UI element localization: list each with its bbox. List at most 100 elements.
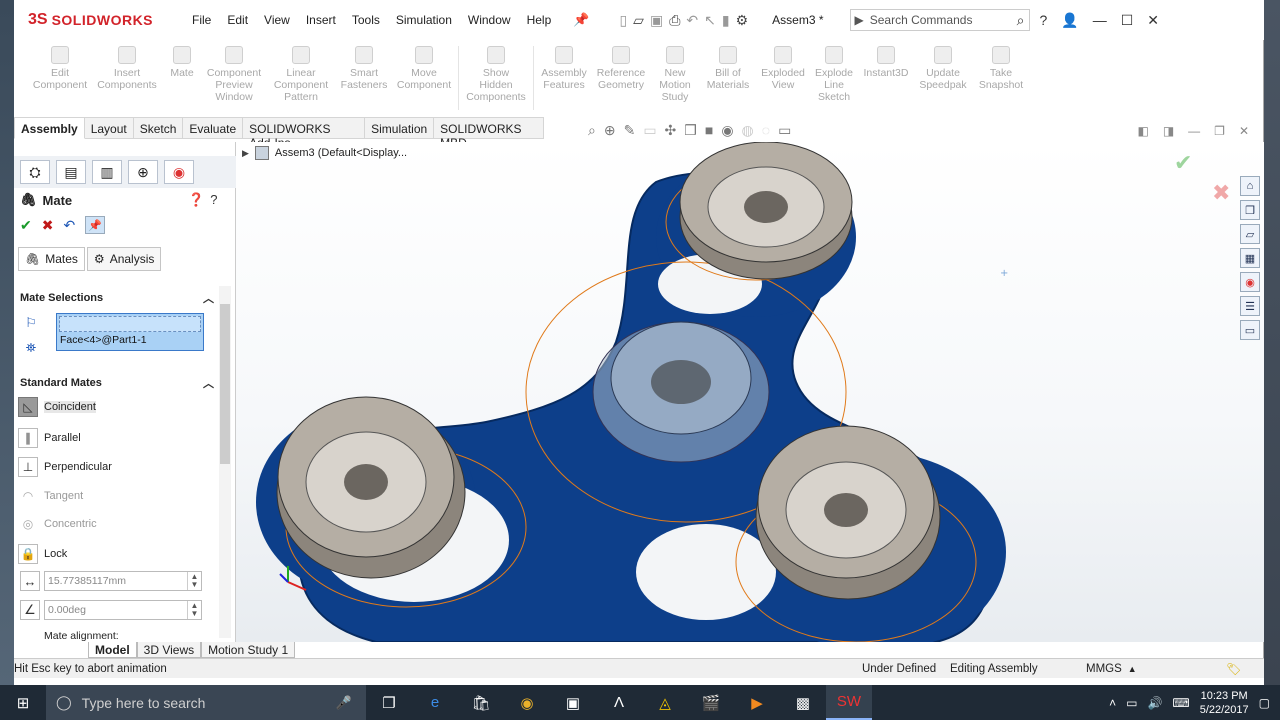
angle-input[interactable]: 0.00deg ▲ ▼ (44, 600, 202, 620)
bearing-left[interactable] (276, 396, 466, 579)
network-app-icon[interactable]: ▣ (550, 685, 596, 720)
doc-tile2-icon[interactable]: ◨ (1163, 124, 1174, 138)
keyboard-icon[interactable]: ⌨ (1172, 696, 1189, 710)
edit-appearance-icon[interactable]: ◍ (742, 122, 754, 139)
fidget-spinner-model[interactable]: ✔ ✖ + (236, 142, 1264, 642)
tag-icon[interactable]: 🏷 (1226, 662, 1241, 676)
tab-mbd[interactable]: SOLIDWORKS MBD (434, 117, 544, 150)
minimize-icon[interactable]: — (1093, 12, 1107, 28)
menu-help[interactable]: Help (519, 13, 560, 27)
select-icon[interactable]: ↖ (704, 12, 716, 29)
selection-item[interactable]: Face<4>@Part1-1 (57, 334, 203, 346)
search-icon[interactable]: ⌕ (1017, 12, 1025, 29)
save-icon[interactable]: ▣ (650, 12, 663, 29)
print-icon[interactable]: ⎙ (669, 12, 680, 29)
open-icon[interactable]: ▱ (633, 12, 644, 29)
cmd-bill-of-materials[interactable]: Bill of Materials (700, 42, 756, 91)
autodesk-icon[interactable]: Λ (596, 685, 642, 720)
cmd-assembly-features[interactable]: Assembly Features (536, 42, 592, 91)
hide-show-icon[interactable]: ◉ (721, 122, 733, 139)
cmd-smart-fasteners[interactable]: Smart Fasteners (336, 42, 392, 91)
home-icon[interactable]: ⌂ (1240, 176, 1260, 196)
taskbar-search[interactable]: ◯ Type here to search 🎤 (46, 685, 366, 720)
cmd-edit-component[interactable]: Edit Component (28, 42, 92, 91)
pm-scrollbar[interactable] (219, 286, 231, 638)
cmd-mate[interactable]: Mate (162, 42, 202, 79)
mate-coincident[interactable]: ◺ Coincident (18, 395, 214, 419)
display-manager-icon[interactable]: ◉ (164, 160, 194, 184)
cmd-new-motion-study[interactable]: New Motion Study (650, 42, 700, 103)
volume-icon[interactable]: 🔊 (1147, 696, 1162, 710)
user-icon[interactable]: 👤 (1061, 12, 1078, 29)
menu-tools[interactable]: Tools (344, 13, 388, 27)
configuration-manager-icon[interactable]: ▥ (92, 160, 122, 184)
search-commands-box[interactable]: ▶ Search Commands ⌕ (849, 9, 1030, 31)
rebuild-icon[interactable]: ▮ (722, 12, 730, 29)
cmd-show-hidden[interactable]: Show Hidden Components (461, 42, 531, 103)
dimxpert-icon[interactable]: ⊕ (128, 160, 158, 184)
mate-tangent[interactable]: ◠ Tangent (18, 484, 214, 508)
confirm-cancel-icon[interactable]: ✖ (1212, 181, 1230, 206)
mate-parallel[interactable]: ∥ Parallel (18, 426, 214, 450)
tab-assembly[interactable]: Assembly (14, 117, 85, 139)
multiple-mate-icon[interactable]: ⛯ (20, 337, 42, 359)
chrome-icon[interactable]: ◉ (504, 685, 550, 720)
mate-entities-icon[interactable]: ⚐ (20, 312, 42, 334)
microphone-icon[interactable]: 🎤 (336, 695, 352, 711)
collapse-chevron-icon[interactable]: ︿ (203, 290, 214, 306)
standard-mates-header[interactable]: Standard Mates ︿ (18, 373, 214, 393)
doc-restore-icon[interactable]: ❐ (1214, 124, 1225, 138)
distance-icon[interactable]: ↔ (20, 571, 40, 591)
doc-close-icon[interactable]: ✕ (1239, 124, 1249, 138)
cmd-take-snapshot[interactable]: Take Snapshot (972, 42, 1030, 91)
task-view-icon[interactable]: ❐ (366, 685, 412, 720)
pin-menu-icon[interactable]: 📌 (573, 12, 589, 28)
notification-icon[interactable]: ▢ (1259, 696, 1270, 710)
collapse-chevron-icon[interactable]: ︿ (203, 375, 214, 391)
doc-tile-icon[interactable]: ◧ (1137, 124, 1148, 138)
pm-scroll-thumb[interactable] (220, 304, 230, 464)
cmd-instant3d[interactable]: Instant3D (858, 42, 914, 79)
distance-input[interactable]: 15.77385117mm ▲ ▼ (44, 571, 202, 591)
zoom-to-fit-icon[interactable]: ⌕ (588, 122, 596, 139)
custom-properties-icon[interactable]: ☰ (1240, 296, 1260, 316)
help-circle-icon[interactable]: ? (210, 192, 217, 208)
angle-spinner[interactable]: ▲ ▼ (187, 601, 201, 619)
apply-scene-icon[interactable]: ◌ (762, 122, 770, 139)
cmd-reference-geometry[interactable]: Reference Geometry (592, 42, 650, 91)
network-icon[interactable]: ▭ (1126, 696, 1137, 710)
confirm-ok-icon[interactable]: ✔ (1174, 151, 1192, 176)
menu-view[interactable]: View (256, 13, 298, 27)
new-document-icon[interactable]: ▯ (619, 12, 627, 29)
dynamic-annotation-icon[interactable]: ✣ (665, 122, 677, 139)
tab-model[interactable]: Model (88, 642, 137, 658)
cmd-update-speedpak[interactable]: Update Speedpak (914, 42, 972, 91)
menu-simulation[interactable]: Simulation (388, 13, 460, 27)
view-settings-icon[interactable]: ▭ (778, 122, 791, 139)
appearances-icon[interactable]: ◉ (1240, 272, 1260, 292)
bearing-center[interactable] (592, 321, 770, 463)
mate-concentric[interactable]: ◎ Concentric (18, 512, 214, 536)
zoom-area-icon[interactable]: ⊕ (604, 122, 616, 139)
tab-analysis[interactable]: ⚙ Analysis (86, 247, 162, 271)
store-icon[interactable]: 🛍 (458, 685, 504, 720)
tab-mates[interactable]: 🖇 Mates (18, 247, 85, 271)
tab-evaluate[interactable]: Evaluate (183, 117, 244, 139)
bearing-top[interactable] (679, 142, 853, 280)
display-style-icon[interactable]: ■ (705, 122, 713, 139)
forum-icon[interactable]: ▭ (1240, 320, 1260, 340)
view-palette-icon[interactable]: ▦ (1240, 248, 1260, 268)
selection-empty-slot[interactable] (59, 316, 201, 332)
tab-simulation[interactable]: Simulation (365, 117, 435, 139)
angle-icon[interactable]: ∠ (20, 600, 40, 620)
cmd-move-component[interactable]: Move Component (392, 42, 456, 91)
taskbar-search-input[interactable]: Type here to search (82, 695, 206, 711)
previous-view-icon[interactable]: ✎ (624, 122, 636, 139)
graphics-area[interactable]: ▶ Assem3 (Default<Display... ✔ ✖ + (236, 142, 1264, 642)
undo-icon[interactable]: ↶ (63, 217, 75, 234)
distance-spinner[interactable]: ▲ ▼ (187, 572, 201, 590)
bearing-right[interactable] (755, 425, 941, 600)
mate-perpendicular[interactable]: ⊥ Perpendicular (18, 455, 214, 479)
feature-manager-icon[interactable]: ⛭ (20, 160, 50, 184)
cmd-exploded-view[interactable]: Exploded View (756, 42, 810, 91)
